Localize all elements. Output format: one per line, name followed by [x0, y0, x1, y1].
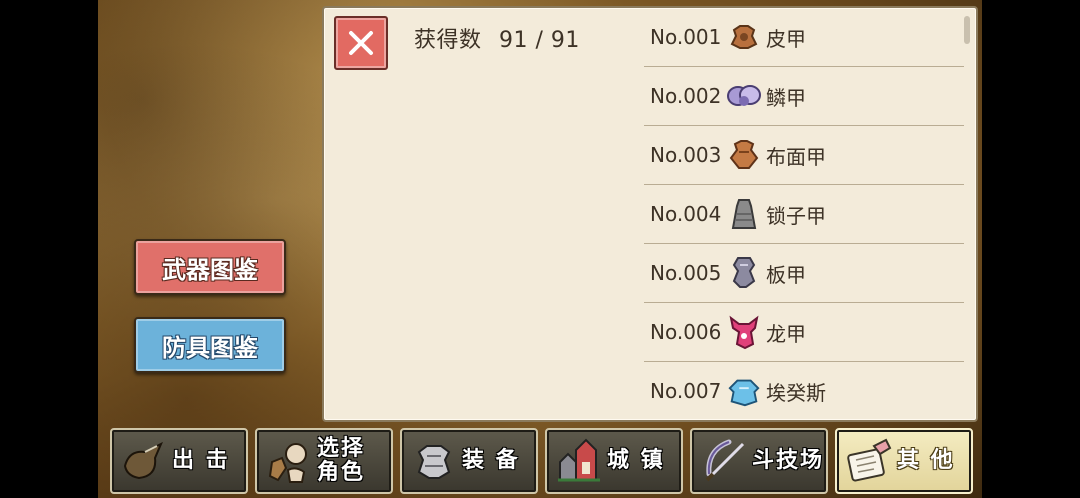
- dragon-armor-icon: [726, 314, 762, 350]
- scale-armor-icon: [726, 78, 762, 114]
- sortie-icon: [116, 433, 172, 489]
- list-item[interactable]: No.004 锁子甲: [644, 185, 964, 244]
- item-name: 板甲: [766, 262, 806, 287]
- nav-label: 斗技场: [752, 448, 825, 473]
- item-number: No.003: [650, 143, 722, 167]
- item-number: No.007: [650, 379, 722, 403]
- nav-arena[interactable]: 斗技场: [690, 428, 828, 494]
- nav-label: 装 备: [462, 448, 520, 473]
- scrollbar[interactable]: [964, 16, 970, 44]
- cloth-armor-icon: [726, 137, 762, 173]
- obtained-count-value: 91 / 91: [499, 28, 580, 53]
- item-number: No.004: [650, 202, 722, 226]
- equipment-icon: [406, 433, 462, 489]
- armor-list[interactable]: No.001 皮甲 No.002 鳞甲 No.003 布面甲 No.004 锁子…: [644, 8, 964, 416]
- item-number: No.005: [650, 261, 722, 285]
- weapon-encyclopedia-button[interactable]: 武器图鉴: [134, 239, 286, 295]
- list-item[interactable]: No.007 埃癸斯: [644, 362, 964, 416]
- obtained-count: 获得数 91 / 91: [414, 22, 580, 54]
- leather-armor-icon: [726, 19, 762, 55]
- armor-list-panel: 获得数 91 / 91 No.001 皮甲 No.002 鳞甲 No.003 布…: [322, 6, 978, 422]
- nav-label: 出 击: [172, 448, 230, 473]
- list-item[interactable]: No.005 板甲: [644, 244, 964, 303]
- game-screen: 武器图鉴 防具图鉴 获得数 91 / 91 No.001 皮甲 No.002 鳞…: [98, 0, 982, 498]
- obtained-count-label: 获得数: [414, 28, 482, 53]
- list-item[interactable]: No.002 鳞甲: [644, 67, 964, 126]
- nav-town[interactable]: 城 镇: [545, 428, 683, 494]
- nav-other[interactable]: 其 他: [835, 428, 973, 494]
- plate-armor-icon: [726, 255, 762, 291]
- close-icon: [349, 31, 373, 55]
- nav-label: 选择 角色: [317, 436, 366, 485]
- item-name: 埃癸斯: [766, 380, 826, 405]
- nav-character-select[interactable]: 选择 角色: [255, 428, 393, 494]
- item-name: 锁子甲: [766, 203, 826, 228]
- list-item[interactable]: No.006 龙甲: [644, 303, 964, 362]
- item-number: No.001: [650, 25, 722, 49]
- chainmail-icon: [726, 196, 762, 232]
- close-button[interactable]: [334, 16, 388, 70]
- item-name: 布面甲: [766, 144, 826, 169]
- nav-equipment[interactable]: 装 备: [400, 428, 538, 494]
- nav-sortie[interactable]: 出 击: [110, 428, 248, 494]
- item-number: No.002: [650, 84, 722, 108]
- item-name: 皮甲: [766, 26, 806, 51]
- nav-label: 其 他: [897, 448, 955, 473]
- other-icon: [841, 433, 897, 489]
- arena-icon: [696, 433, 752, 489]
- item-name: 龙甲: [766, 321, 806, 346]
- nav-label: 城 镇: [607, 448, 665, 473]
- list-item[interactable]: No.001 皮甲: [644, 8, 964, 67]
- list-item[interactable]: No.003 布面甲: [644, 126, 964, 185]
- armor-encyclopedia-button[interactable]: 防具图鉴: [134, 317, 286, 373]
- town-icon: [551, 433, 607, 489]
- aegis-icon: [726, 373, 762, 409]
- item-name: 鳞甲: [766, 85, 806, 110]
- item-number: No.006: [650, 320, 722, 344]
- character-select-icon: [261, 433, 317, 489]
